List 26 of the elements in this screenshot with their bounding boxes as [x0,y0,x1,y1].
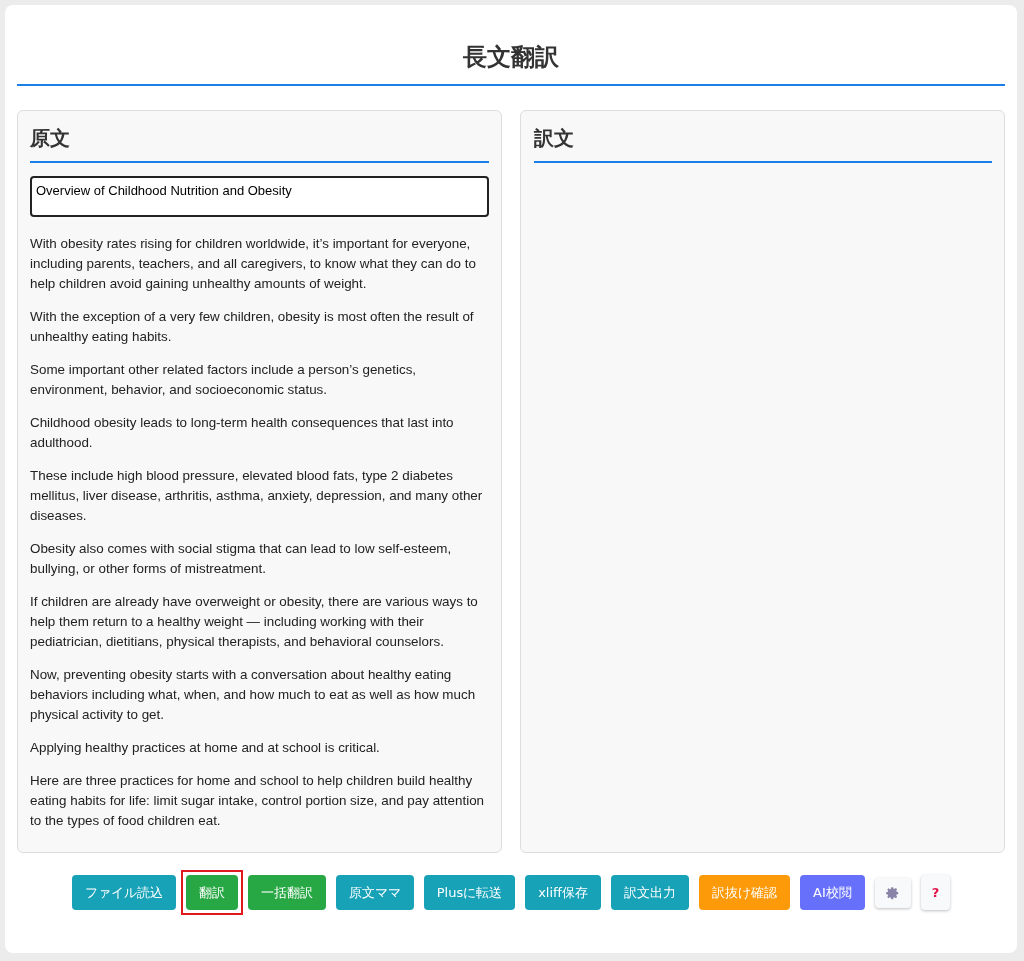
panel-heading: 訳文 [533,122,992,163]
paragraph: Some important other related factors include a person’s genetics, environment, behavior, and socioeconomic status. [30,360,418,399]
page-title: 長文翻訳 [17,5,1005,86]
settings-button[interactable] [874,877,911,908]
toolbar-button[interactable]: 原文ママ [335,874,414,911]
settings-icon [885,885,900,900]
paragraph: Obesity also comes with social stigma that can lead to low self-esteem, bullying, or other forms of mistreatment. [30,539,453,578]
paragraph: Applying healthy practices at home and at school is critical. [30,738,381,757]
paragraph: With the exception of a very few children, obesity is most often the result of unhealthy eating habits. [30,307,475,346]
paragraph: If children are already have overweight or obesity, there are various ways to help them return to a healthy weight — including working with their pediatrician, dietitians, physical therapists, and behavioral counselors. [30,592,479,651]
toolbar-button[interactable]: 一括翻訳 [247,874,326,911]
toolbar-button[interactable]: 訳文出力 [611,874,690,911]
toolbar-button[interactable]: Plusに転送 [423,874,516,911]
help-button[interactable]: ? [920,874,951,911]
toolbar-button[interactable]: AI校閲 [800,874,865,911]
paragraph: Childhood obesity leads to long-term health consequences that last into adulthood. [30,413,455,452]
paragraph: Now, preventing obesity starts with a conversation about healthy eating behaviors including what, when, and how much to eat as well as how much physical activity to get. [30,665,477,724]
paragraph: These include high blood pressure, elevated blood fats, type 2 diabetes mellitus, liver disease, arthritis, asthma, anxiety, depression, and many other diseases. [30,466,484,525]
toolbar-button[interactable]: xliff保存 [525,874,602,911]
paragraph: Here are three practices for home and school to help children build healthy eating habits for life: limit sugar intake, control portion size, and pay attention to the types of food children eat. [30,771,486,830]
paragraph: With obesity rates rising for children worldwide, it’s important for everyone, including parents, teachers, and all caregivers, to know what they can do to help children avoid gaining unhealthy amounts of weight. [30,234,477,293]
input-field[interactable]: Overview of Childhood Nutrition and Obesity [30,175,489,217]
toolbar-button[interactable]: 訳抜け確認 [699,874,791,911]
toolbar-button[interactable]: 翻訳 [185,874,238,911]
toolbar-button[interactable]: ファイル読込 [71,874,176,911]
panel-heading: 原文 [30,122,489,163]
